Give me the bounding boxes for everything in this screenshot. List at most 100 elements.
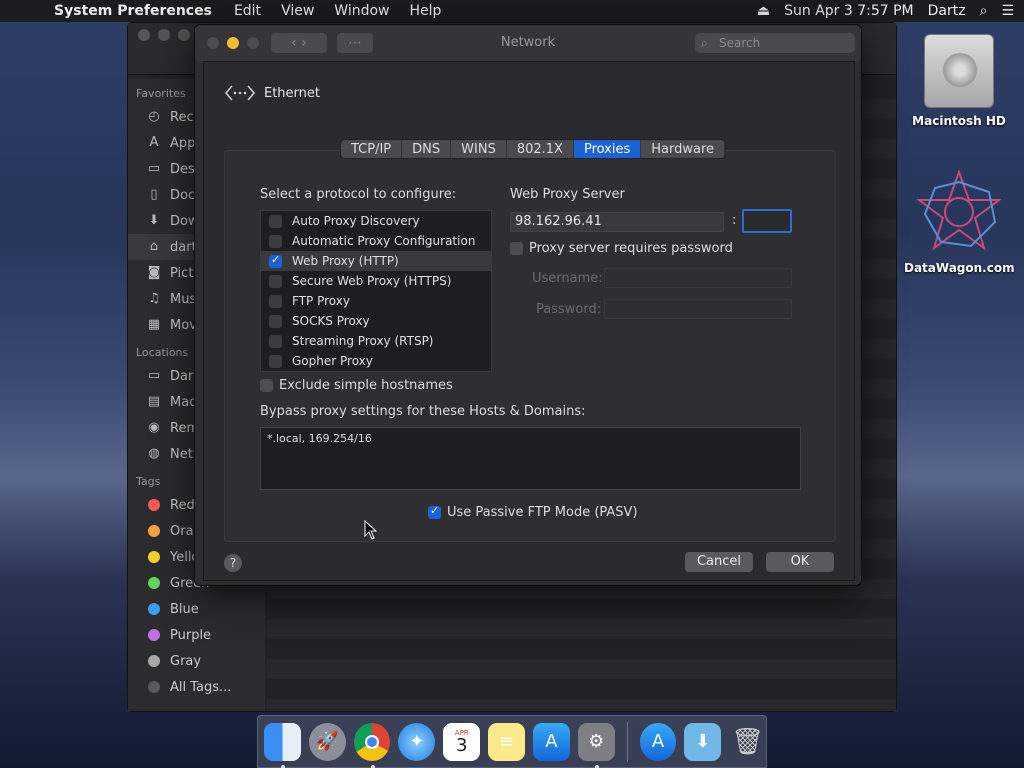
- trash-icon[interactable]: 🗑: [729, 723, 766, 761]
- downloads-folder-icon[interactable]: ⬇: [684, 722, 722, 761]
- protocol-row[interactable]: Gopher Proxy: [261, 351, 491, 371]
- checkbox-icon: [510, 242, 523, 255]
- exclude-hostnames-checkbox[interactable]: Exclude simple hostnames: [260, 378, 453, 393]
- passive-ftp-label: Use Passive FTP Mode (PASV): [447, 505, 638, 520]
- notes-icon[interactable]: ≡: [488, 722, 525, 761]
- eject-icon[interactable]: ⏏: [757, 3, 770, 19]
- menu-help[interactable]: Help: [410, 3, 442, 19]
- port-separator: :: [732, 213, 737, 228]
- computer-icon: ▭: [147, 368, 161, 383]
- protocol-row[interactable]: Automatic Proxy Configuration: [261, 231, 491, 251]
- checkbox-icon[interactable]: [269, 234, 282, 248]
- protocol-row[interactable]: Streaming Proxy (RTSP): [261, 331, 491, 351]
- menu-view[interactable]: View: [281, 3, 314, 19]
- protocol-label: Gopher Proxy: [292, 354, 373, 368]
- launchpad-icon[interactable]: 🚀: [308, 722, 346, 761]
- tag-color-dot-icon: [148, 681, 160, 693]
- password-field[interactable]: [604, 299, 792, 319]
- music-icon: ♫: [148, 291, 160, 306]
- protocol-heading: Select a protocol to configure:: [260, 187, 457, 202]
- star-graphic-icon: [916, 169, 1002, 251]
- protocol-row[interactable]: Web Proxy (HTTP): [261, 251, 491, 271]
- cancel-button[interactable]: Cancel: [685, 552, 753, 572]
- protocol-label: Web Proxy (HTTP): [292, 254, 399, 268]
- protocol-label: Streaming Proxy (RTSP): [292, 334, 434, 348]
- calendar-icon[interactable]: APR 3: [443, 722, 481, 761]
- home-icon: ⌂: [149, 239, 159, 254]
- server-heading: Web Proxy Server: [510, 187, 625, 202]
- proxies-sheet: Ethernet TCP/IP DNS WINS 802.1X Proxies …: [203, 61, 855, 581]
- sidebar-tag-item[interactable]: Purple: [128, 622, 265, 648]
- tab-wins[interactable]: WINS: [451, 140, 507, 158]
- menu-app-name[interactable]: System Preferences: [54, 3, 212, 19]
- drive-icon: ▤: [147, 394, 161, 409]
- spotlight-icon[interactable]: ⌕: [980, 3, 988, 19]
- checkbox-icon[interactable]: [269, 253, 282, 268]
- tag-label: Purple: [170, 627, 212, 643]
- notification-center-icon[interactable]: ☰: [1001, 3, 1014, 19]
- protocol-row[interactable]: Secure Web Proxy (HTTPS): [261, 271, 491, 291]
- app-store-icon[interactable]: A: [532, 722, 570, 761]
- checkbox-icon[interactable]: [269, 274, 282, 288]
- tab-8021x[interactable]: 802.1X: [506, 140, 574, 158]
- protocol-list: Auto Proxy Discovery Automatic Proxy Conf…: [260, 210, 492, 372]
- checkbox-icon[interactable]: [269, 314, 282, 328]
- password-required-checkbox[interactable]: Proxy server requires password: [510, 241, 733, 256]
- desktop-icon-macintosh-hd[interactable]: Macintosh HD: [904, 34, 1014, 128]
- protocol-label: Auto Proxy Discovery: [292, 214, 420, 228]
- checkbox-icon[interactable]: [269, 214, 282, 228]
- protocol-label: Automatic Proxy Configuration: [292, 234, 476, 248]
- checkbox-icon[interactable]: [269, 334, 282, 348]
- menu-clock[interactable]: Sun Apr 3 7:57 PM: [784, 3, 914, 19]
- globe-icon: ◍: [148, 446, 160, 461]
- tab-hardware[interactable]: Hardware: [641, 140, 726, 158]
- proxy-port-field[interactable]: [742, 209, 792, 233]
- tab-dns[interactable]: DNS: [402, 140, 452, 158]
- tag-color-dot-icon: [148, 577, 160, 589]
- password-label: Password:: [536, 302, 602, 317]
- tab-tcpip[interactable]: TCP/IP: [341, 140, 403, 158]
- bypass-heading: Bypass proxy settings for these Hosts & …: [260, 404, 586, 419]
- apps-icon: A: [149, 135, 159, 150]
- tag-label: Red: [170, 497, 195, 513]
- passive-ftp-checkbox[interactable]: Use Passive FTP Mode (PASV): [428, 504, 638, 520]
- sidebar-tag-item[interactable]: Gray: [128, 648, 265, 674]
- protocol-row[interactable]: Auto Proxy Discovery: [261, 211, 491, 231]
- help-button[interactable]: ?: [224, 554, 242, 572]
- proxy-server-field[interactable]: 98.162.96.41: [510, 212, 724, 232]
- system-preferences-icon[interactable]: ⚙: [577, 722, 615, 768]
- search-input[interactable]: ⌕ Search: [695, 33, 855, 53]
- chrome-icon[interactable]: [353, 722, 391, 768]
- ok-button[interactable]: OK: [766, 552, 834, 572]
- calendar-day: 3: [456, 734, 468, 756]
- username-label: Username:: [532, 271, 603, 286]
- checkbox-icon[interactable]: [269, 294, 282, 308]
- safari-icon[interactable]: ✦: [398, 722, 436, 761]
- sidebar-tag-item[interactable]: All Tags...: [128, 674, 265, 700]
- sidebar-tag-item[interactable]: Blue: [128, 596, 265, 622]
- menu-bar: System Preferences Edit View Window Help…: [0, 0, 1024, 22]
- app-store-downloads-icon[interactable]: A: [639, 722, 677, 761]
- exclude-hostnames-label: Exclude simple hostnames: [279, 378, 453, 393]
- checkbox-icon[interactable]: [269, 354, 282, 368]
- clock-icon: ◴: [148, 109, 160, 124]
- protocol-row[interactable]: FTP Proxy: [261, 291, 491, 311]
- dock: 🚀 ✦ APR 3 ≡ A ⚙ A ⬇ 🗑: [257, 715, 767, 768]
- dock-separator: [626, 721, 628, 762]
- menu-window[interactable]: Window: [334, 3, 389, 19]
- protocol-row[interactable]: SOCKS Proxy: [261, 311, 491, 331]
- desktop-icon-datawagon[interactable]: DataWagon.com: [904, 169, 1015, 275]
- network-window: ‹ › ⋯ Network ⌕ Search Ethernet TCP/IP D…: [194, 24, 862, 586]
- checkbox-icon: [260, 379, 273, 392]
- tab-proxies[interactable]: Proxies: [573, 140, 642, 158]
- hard-drive-icon: [924, 34, 994, 108]
- tag-label: Gray: [170, 653, 202, 669]
- username-field[interactable]: [604, 268, 792, 288]
- window-titlebar: ‹ › ⋯ Network ⌕ Search: [195, 25, 861, 61]
- finder-icon[interactable]: [264, 722, 301, 768]
- tag-color-dot-icon: [148, 499, 160, 511]
- bypass-hosts-textarea[interactable]: *.local, 169.254/16: [260, 427, 801, 490]
- disc-icon: ◉: [148, 420, 160, 435]
- menu-edit[interactable]: Edit: [234, 3, 261, 19]
- menu-user[interactable]: Dartz: [928, 3, 966, 19]
